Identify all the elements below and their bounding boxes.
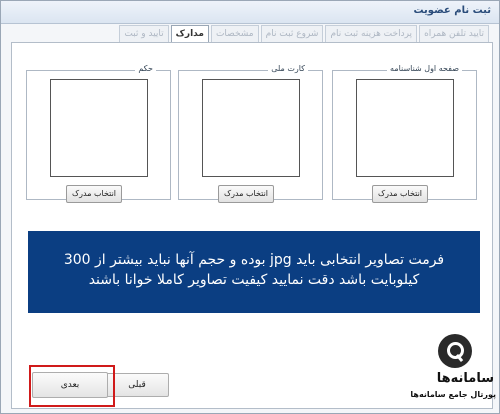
decree-group: حکم انتخاب مدرک (26, 64, 171, 203)
tab-payment[interactable]: پرداخت هزینه ثبت نام (325, 25, 418, 42)
tab-start-registration[interactable]: شروع ثبت نام (260, 25, 324, 42)
upload-notice-text: فرمت تصاویر انتخابی باید jpg بوده و حجم … (63, 252, 445, 288)
watermark-tagline: پورتال جامع سامانه‌ها (410, 390, 496, 399)
decree-preview (50, 79, 148, 177)
tab-details[interactable]: مشخصات (210, 25, 259, 42)
watermark-brand: سامانه‌ها (436, 371, 494, 386)
tab-documents[interactable]: مدارک (170, 25, 209, 43)
highlight-box (29, 365, 115, 407)
select-national-card-button[interactable]: انتخاب مدرک (218, 185, 274, 203)
national-card-preview (202, 79, 300, 177)
window-title: ثبت نام عضویت (413, 5, 491, 16)
magnifier-icon (438, 334, 472, 368)
select-decree-button[interactable]: انتخاب مدرک (66, 185, 122, 203)
upload-notice: فرمت تصاویر انتخابی باید jpg بوده و حجم … (28, 231, 480, 313)
national-card-group: کارت ملی انتخاب مدرک (178, 64, 323, 203)
title-bar: ثبت نام عضویت (1, 1, 499, 24)
step-tabs: تایید تلفن همراه پرداخت هزینه ثبت نام شر… (117, 25, 489, 43)
national-card-label: کارت ملی (268, 64, 308, 73)
birth-certificate-label: صفحه اول شناسنامه (387, 64, 462, 73)
tab-confirm-submit[interactable]: تایید و ثبت (119, 25, 169, 42)
watermark-logo: سامانه‌ها پورتال جامع سامانه‌ها (410, 332, 500, 414)
birth-certificate-preview (356, 79, 454, 177)
birth-certificate-group: صفحه اول شناسنامه انتخاب مدرک (332, 64, 477, 203)
select-birth-certificate-button[interactable]: انتخاب مدرک (372, 185, 428, 203)
decree-label: حکم (135, 64, 156, 73)
tab-mobile-verification[interactable]: تایید تلفن همراه (419, 25, 489, 42)
